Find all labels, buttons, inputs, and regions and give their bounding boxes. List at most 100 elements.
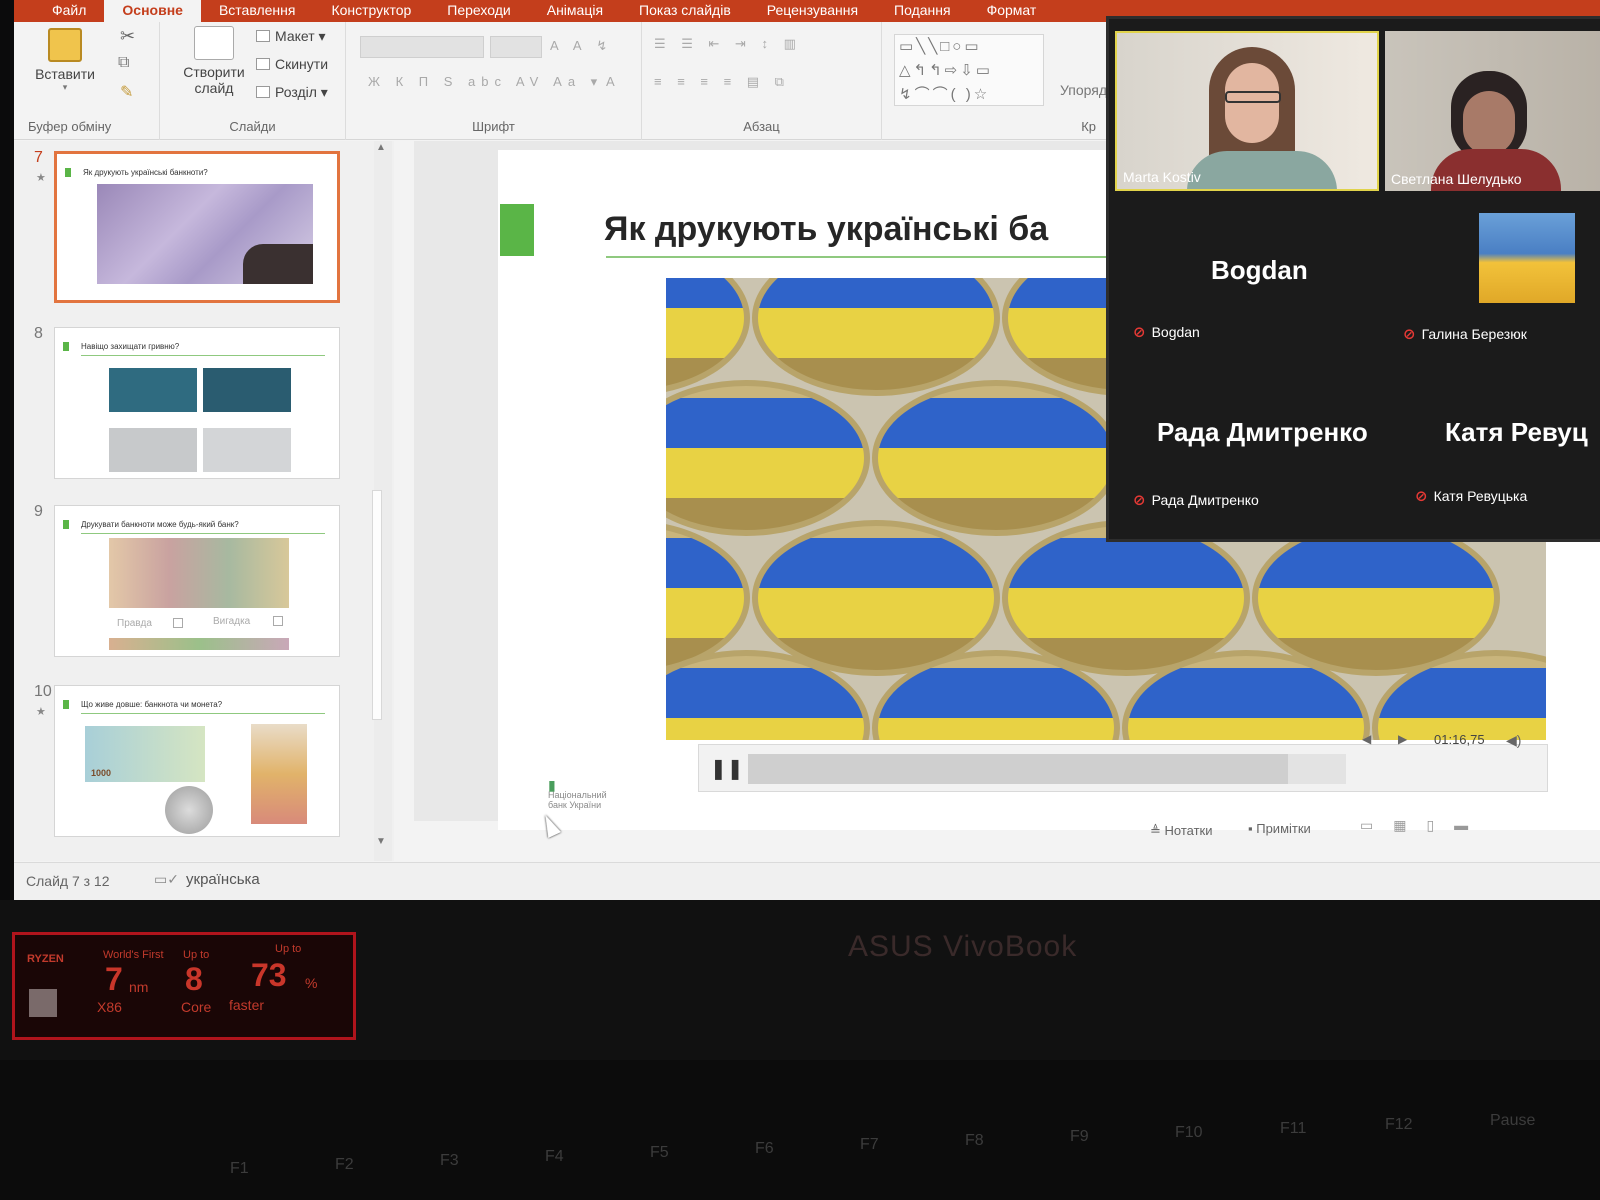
thumbnail-image	[97, 184, 313, 284]
tab-animations[interactable]: Анімація	[529, 0, 621, 22]
tab-transitions[interactable]: Переходи	[429, 0, 528, 22]
cartoon-image	[251, 724, 307, 824]
keyboard-key: F9	[1070, 1128, 1089, 1145]
skip-forward-icon[interactable]: ▶	[1398, 732, 1407, 746]
keyboard-key: F7	[860, 1136, 879, 1153]
thumbnail-slide-10[interactable]: 10 ★ Що живе довше: банкнота чи монета? …	[14, 683, 394, 853]
list-icons[interactable]: ☰ ☰ ⇤ ⇥ ↕ ▥	[654, 36, 802, 52]
laptop-screen: Файл Основне Вставлення Конструктор Пере…	[14, 0, 1600, 900]
muted-mic-icon: ⊘	[1403, 326, 1416, 343]
reset-button[interactable]: Скинути	[256, 56, 328, 72]
language-indicator[interactable]: українська	[186, 871, 260, 888]
comments-button[interactable]: ▪ Примітки	[1248, 821, 1311, 836]
copy-icon[interactable]: ⧉	[118, 54, 129, 72]
slide-title-underline	[606, 256, 1146, 258]
layout-icon	[256, 30, 270, 42]
coin-yellow-band	[758, 588, 994, 638]
title-underline	[81, 355, 325, 356]
sticker-text: Core	[181, 999, 212, 1015]
paragraph-group: ☰ ☰ ⇤ ⇥ ↕ ▥ ≡ ≡ ≡ ≡ ▤ ⧉ Абзац	[642, 22, 882, 140]
thumbnail-slide-9[interactable]: 9 Друкувати банкноти може будь-який банк…	[14, 503, 394, 673]
participant-tile[interactable]: Катя Ревуц ⊘ Катя Ревуцька	[1385, 365, 1600, 533]
arrange-button[interactable]: Упоряд	[1060, 82, 1107, 98]
new-slide-icon	[194, 26, 234, 60]
keyboard-key: F11	[1280, 1120, 1307, 1137]
title-accent	[65, 168, 71, 177]
clipboard-group-label: Буфер обміну	[28, 119, 112, 134]
drawing-group: ▭╲╲□○▭ △↰↰⇨⇩▭ ↯⌒⌒( )☆ Упоряд Кр	[882, 22, 1107, 140]
tab-insert[interactable]: Вставлення	[201, 0, 314, 22]
font-style-icons[interactable]: Ж К П S abc AV Aa ▾	[368, 74, 603, 90]
notes-button[interactable]: ≜ Нотатки	[1150, 823, 1213, 839]
participant-video-tile[interactable]: Marta Kostiv	[1115, 31, 1379, 191]
thumbnail-preview: Навіщо захищати гривню?	[54, 327, 340, 479]
tab-design[interactable]: Конструктор	[313, 0, 429, 22]
participant-tile[interactable]: Рада Дмитренко ⊘ Рада Дмитренко	[1115, 365, 1379, 533]
tab-view[interactable]: Подання	[876, 0, 969, 22]
slide-indicator: Слайд 7 з 12	[26, 873, 110, 889]
scroll-up-icon[interactable]: ▲	[376, 142, 386, 153]
coin-yellow-band	[666, 718, 864, 740]
status-bar: Слайд 7 з 12 ▭✓ українська ≜ Нотатки ▪ П…	[14, 817, 1600, 900]
keyboard-key: F2	[335, 1156, 354, 1173]
title-accent	[63, 342, 69, 351]
video-progress-bar[interactable]	[748, 754, 1288, 784]
slide-thumbnails-pane: 7 ★ Як друкують українські банкноти? 8 Н…	[14, 141, 394, 861]
font-grow-shrink-icon[interactable]: A A ↯	[550, 38, 613, 54]
participant-tile[interactable]: ⊘ Галина Березюк	[1385, 199, 1600, 357]
animation-star-icon: ★	[36, 706, 46, 718]
font-name-input[interactable]	[360, 36, 484, 58]
sticker-text: faster	[229, 997, 265, 1013]
align-icons[interactable]: ≡ ≡ ≡ ≡ ▤ ⧉	[654, 74, 790, 90]
hand-shape	[243, 244, 313, 284]
thumbnail-slide-8[interactable]: 8 Навіщо захищати гривню?	[14, 325, 394, 495]
muted-mic-icon: ⊘	[1415, 488, 1428, 505]
thumbnail-title: Як друкують українські банкноти?	[83, 168, 208, 177]
participant-video-tile[interactable]: Светлана Шелудько	[1385, 31, 1600, 191]
title-accent	[63, 700, 69, 709]
font-color-icon[interactable]: A	[606, 74, 621, 89]
new-slide-button[interactable]: Створити слайд	[172, 26, 256, 96]
slide-title[interactable]: Як друкують українські ба	[604, 210, 1048, 249]
option-true-label: Правда	[117, 618, 152, 629]
participant-name: Светлана Шелудько	[1391, 171, 1522, 187]
pause-icon[interactable]: ❚❚	[710, 756, 744, 781]
thumbnail-strip	[109, 638, 289, 650]
thumbnail-preview: Що живе довше: банкнота чи монета? 1000	[54, 685, 340, 837]
participant-display-name: Bogdan	[1211, 255, 1308, 285]
skip-back-icon[interactable]: ◀	[1362, 732, 1371, 746]
shapes-gallery[interactable]: ▭╲╲□○▭ △↰↰⇨⇩▭ ↯⌒⌒( )☆	[894, 34, 1044, 106]
spellcheck-icon[interactable]: ▭✓	[154, 871, 179, 888]
keyboard-key: F8	[965, 1132, 984, 1149]
keyboard-key: F6	[755, 1140, 774, 1157]
participant-tile[interactable]: Bogdan ⊘ Bogdan	[1115, 199, 1379, 357]
scroll-down-icon[interactable]: ▼	[376, 836, 386, 847]
font-size-input[interactable]	[490, 36, 542, 58]
thumbnail-number: 8	[34, 325, 43, 342]
thumbnail-image	[203, 368, 291, 412]
section-button[interactable]: Розділ ▾	[256, 84, 328, 101]
paste-button[interactable]: Вставити ▾	[30, 28, 100, 93]
scrollbar-thumb[interactable]	[372, 490, 382, 720]
format-painter-icon[interactable]: ✎	[120, 82, 133, 102]
cut-icon[interactable]: ✂	[120, 26, 135, 47]
volume-icon[interactable]: ◀)	[1506, 732, 1521, 749]
keyboard-key: F4	[545, 1148, 564, 1165]
layout-button[interactable]: Макет ▾	[256, 28, 326, 45]
tab-slideshow[interactable]: Показ слайдів	[621, 0, 749, 22]
thumbnail-slide-7[interactable]: 7 ★ Як друкують українські банкноти?	[14, 149, 394, 319]
flag-avatar	[1479, 213, 1575, 303]
nbu-logo: ▮ Національний банк України	[548, 777, 607, 810]
view-mode-icons[interactable]: ▭▦▯▬	[1360, 817, 1488, 834]
video-progress-remaining[interactable]	[1288, 754, 1346, 784]
tab-format[interactable]: Формат	[969, 0, 1055, 22]
option-false-checkbox	[273, 616, 283, 626]
tab-file[interactable]: Файл	[34, 0, 104, 22]
thumbnail-image	[109, 428, 197, 472]
keyboard-key: F12	[1385, 1116, 1413, 1133]
paragraph-group-label: Абзац	[743, 119, 780, 134]
coin-image	[165, 786, 213, 834]
sticker-text: Up to	[275, 943, 302, 955]
tab-review[interactable]: Рецензування	[749, 0, 876, 22]
tab-home[interactable]: Основне	[104, 0, 201, 22]
